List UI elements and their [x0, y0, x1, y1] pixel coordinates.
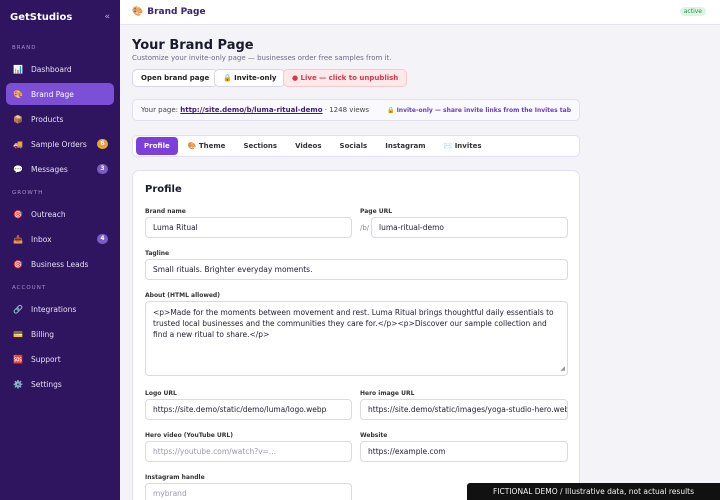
sidebar-section-account: ACCOUNT: [12, 285, 47, 291]
website-label: Website: [360, 432, 388, 439]
sidebar-item-support[interactable]: 🆘 Support: [6, 348, 114, 370]
logo-url-label: Logo URL: [145, 390, 177, 397]
tab-sections[interactable]: Sections: [235, 137, 285, 155]
page-views: · 1248 views: [324, 106, 370, 114]
box-icon: 📦: [13, 114, 23, 124]
inbox-icon: 📥: [13, 234, 23, 244]
open-brand-page-button[interactable]: Open brand page: [132, 69, 219, 87]
collapse-sidebar-icon[interactable]: «: [104, 12, 110, 22]
demo-disclaimer-banner: FICTIONAL DEMO / Illustrative data, not …: [467, 483, 720, 500]
brand-name-input[interactable]: Luma Ritual: [145, 217, 352, 238]
tab-bar: Profile 🎨 Theme Sections Videos Socials …: [132, 135, 580, 157]
tagline-input[interactable]: Small rituals. Brighter everyday moments…: [145, 259, 568, 280]
tab-videos[interactable]: Videos: [287, 137, 329, 155]
count-badge: 6: [97, 139, 108, 149]
unpublish-button[interactable]: ● Live — click to unpublish: [283, 69, 408, 87]
chart-icon: 📊: [13, 64, 23, 74]
brand-name-label: Brand name: [145, 208, 186, 215]
sidebar-item-label: Integrations: [31, 304, 77, 314]
about-label: About (HTML allowed): [145, 292, 220, 299]
tagline-label: Tagline: [145, 250, 170, 257]
page-url-info-bar: Your page: http://site.demo/b/luma-ritua…: [132, 99, 580, 121]
logo-url-input[interactable]: https://site.demo/static/demo/luma/logo.…: [145, 399, 352, 420]
page-subtitle: Customize your invite-only page — busine…: [132, 54, 392, 62]
sidebar-section-growth: GROWTH: [12, 190, 44, 196]
target-icon: 🎯: [13, 259, 23, 269]
sidebar-item-integrations[interactable]: 🔗 Integrations: [6, 298, 114, 320]
hero-video-label: Hero video (YouTube URL): [145, 432, 233, 439]
app-logo-text[interactable]: GetStudios: [10, 12, 72, 23]
chat-icon: 💬: [13, 164, 23, 174]
about-textarea[interactable]: <p>Made for the moments between movement…: [145, 301, 568, 376]
page-url-label: Page URL: [360, 208, 393, 215]
truck-icon: 🚚: [13, 139, 23, 149]
top-bar: 🎨 Brand Page active: [120, 0, 720, 25]
sidebar-item-label: Brand Page: [31, 89, 74, 99]
sidebar-item-label: Messages: [31, 164, 68, 174]
sos-icon: 🆘: [13, 354, 23, 364]
link-icon: 🔗: [13, 304, 23, 314]
sidebar-item-business-leads[interactable]: 🎯 Business Leads: [6, 253, 114, 275]
card-icon: 💳: [13, 329, 23, 339]
sidebar-item-label: Inbox: [31, 234, 52, 244]
sidebar-item-label: Products: [31, 114, 64, 124]
website-input[interactable]: https://example.com: [360, 441, 568, 462]
palette-icon: 🎨: [132, 7, 144, 17]
page-url-prefix: /b/: [360, 224, 370, 232]
sidebar-item-messages[interactable]: 💬 Messages 3: [6, 158, 114, 180]
sidebar: GetStudios « BRAND 📊 Dashboard 🎨 Brand P…: [0, 0, 120, 500]
about-text: <p>Made for the moments between movement…: [153, 308, 554, 339]
sidebar-item-outreach[interactable]: 🎯 Outreach: [6, 203, 114, 225]
sidebar-item-label: Outreach: [31, 209, 66, 219]
sidebar-item-products[interactable]: 📦 Products: [6, 108, 114, 130]
tab-profile[interactable]: Profile: [136, 137, 178, 155]
invite-only-button[interactable]: 🔒 Invite-only: [214, 69, 286, 87]
sidebar-item-billing[interactable]: 💳 Billing: [6, 323, 114, 345]
top-bar-title: Brand Page: [147, 7, 206, 17]
gear-icon: ⚙️: [13, 379, 23, 389]
tab-instagram[interactable]: Instagram: [377, 137, 433, 155]
hero-image-url-label: Hero image URL: [360, 390, 415, 397]
page-url-input[interactable]: luma-ritual-demo: [371, 217, 568, 238]
count-badge: 3: [97, 164, 108, 174]
sidebar-item-label: Sample Orders: [31, 139, 87, 149]
page-url-link[interactable]: http://site.demo/b/luma-ritual-demo: [180, 106, 322, 114]
resize-handle-icon[interactable]: ◢: [560, 363, 565, 374]
page-title: Your Brand Page: [132, 38, 254, 53]
tab-invites[interactable]: ✉️ Invites: [436, 137, 490, 155]
instagram-handle-label: Instagram handle: [145, 474, 205, 481]
sidebar-item-label: Business Leads: [31, 259, 89, 269]
tab-theme[interactable]: 🎨 Theme: [180, 137, 234, 155]
status-badge: active: [679, 7, 706, 16]
sidebar-section-brand: BRAND: [12, 45, 37, 51]
sidebar-item-label: Dashboard: [31, 64, 72, 74]
hero-video-input[interactable]: https://youtube.com/watch?v=...: [145, 441, 352, 462]
page-url-prefix: Your page:: [141, 106, 179, 114]
sidebar-item-dashboard[interactable]: 📊 Dashboard: [6, 58, 114, 80]
tab-socials[interactable]: Socials: [332, 137, 376, 155]
palette-icon: 🎨: [13, 89, 23, 99]
card-title: Profile: [145, 184, 182, 195]
invite-hint: 🔒 Invite-only — share invite links from …: [387, 106, 571, 114]
profile-card: Profile Brand name Luma Ritual Page URL …: [132, 170, 580, 500]
sidebar-item-label: Settings: [31, 379, 62, 389]
sidebar-item-label: Support: [31, 354, 61, 364]
sidebar-item-inbox[interactable]: 📥 Inbox 4: [6, 228, 114, 250]
sidebar-item-brand-page[interactable]: 🎨 Brand Page: [6, 83, 114, 105]
sidebar-item-settings[interactable]: ⚙️ Settings: [6, 373, 114, 395]
sidebar-item-label: Billing: [31, 329, 54, 339]
sidebar-header: GetStudios «: [0, 0, 120, 34]
count-badge: 4: [97, 234, 108, 244]
target-icon: 🎯: [13, 209, 23, 219]
instagram-handle-input[interactable]: mybrand: [145, 483, 352, 500]
hero-image-url-input[interactable]: https://site.demo/static/images/yoga-stu…: [360, 399, 568, 420]
sidebar-item-sample-orders[interactable]: 🚚 Sample Orders 6: [6, 133, 114, 155]
